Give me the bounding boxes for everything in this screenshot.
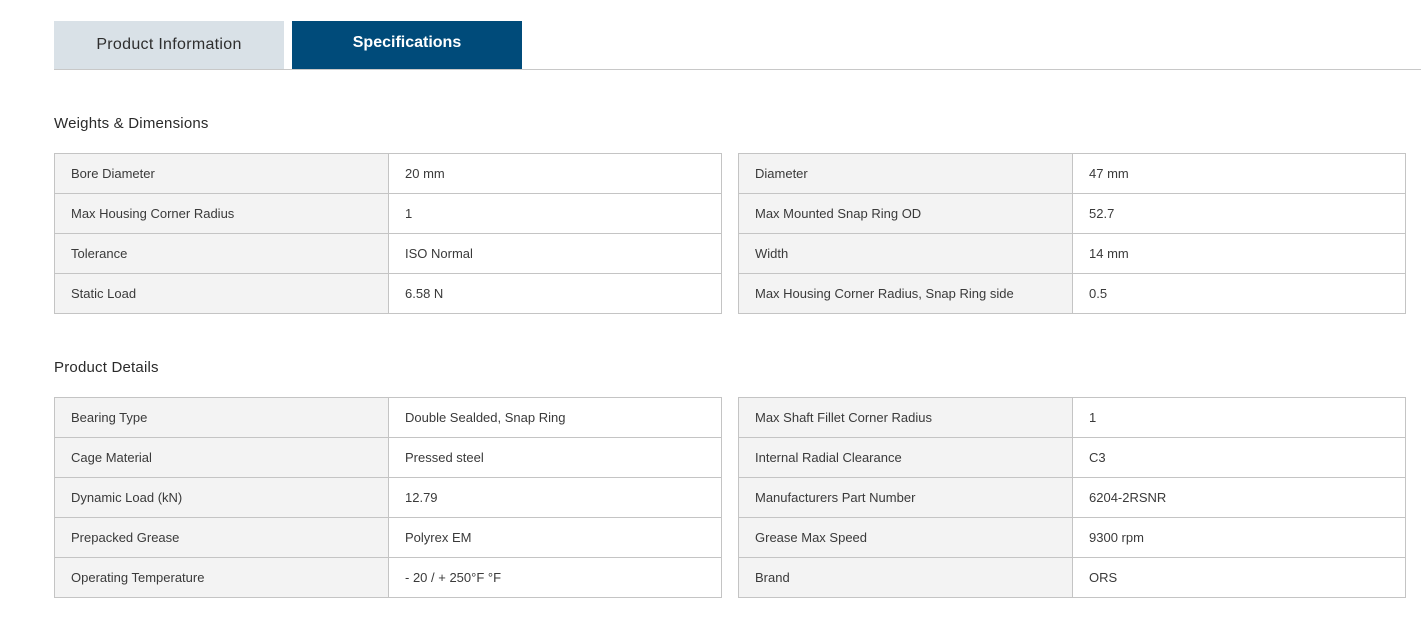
spec-label: Brand xyxy=(738,557,1073,598)
spec-label: Bore Diameter xyxy=(54,153,389,194)
spec-value: 6.58 N xyxy=(388,273,722,314)
spec-value: 6204-2RSNR xyxy=(1072,477,1406,518)
table-row: Prepacked Grease Polyrex EM xyxy=(54,517,722,558)
table-row: Static Load 6.58 N xyxy=(54,273,722,314)
table-row: Max Housing Corner Radius 1 xyxy=(54,193,722,234)
spec-value: 14 mm xyxy=(1072,233,1406,274)
table-row: Tolerance ISO Normal xyxy=(54,233,722,274)
spec-label: Max Housing Corner Radius, Snap Ring sid… xyxy=(738,273,1073,314)
spec-label: Prepacked Grease xyxy=(54,517,389,558)
table-row: Bearing Type Double Sealded, Snap Ring xyxy=(54,397,722,438)
product-details-table-left: Bearing Type Double Sealded, Snap Ring C… xyxy=(54,397,722,598)
tab-specifications[interactable]: Specifications xyxy=(292,21,522,69)
spec-value: 20 mm xyxy=(388,153,722,194)
section-title-product-details: Product Details xyxy=(54,359,159,376)
table-row: Max Mounted Snap Ring OD 52.7 xyxy=(738,193,1406,234)
product-details-table-right: Max Shaft Fillet Corner Radius 1 Interna… xyxy=(738,397,1406,598)
spec-value: 0.5 xyxy=(1072,273,1406,314)
spec-value: Polyrex EM xyxy=(388,517,722,558)
tab-product-information[interactable]: Product Information xyxy=(54,21,284,69)
spec-value: 52.7 xyxy=(1072,193,1406,234)
table-row: Operating Temperature - 20 / + 250°F °F xyxy=(54,557,722,598)
spec-value: 47 mm xyxy=(1072,153,1406,194)
spec-value: 1 xyxy=(1072,397,1406,438)
spec-label: Width xyxy=(738,233,1073,274)
spec-value: 9300 rpm xyxy=(1072,517,1406,558)
spec-value: C3 xyxy=(1072,437,1406,478)
spec-label: Grease Max Speed xyxy=(738,517,1073,558)
spec-label: Diameter xyxy=(738,153,1073,194)
spec-value: Double Sealded, Snap Ring xyxy=(388,397,722,438)
spec-label: Operating Temperature xyxy=(54,557,389,598)
spec-value: - 20 / + 250°F °F xyxy=(388,557,722,598)
spec-value: ISO Normal xyxy=(388,233,722,274)
table-row: Internal Radial Clearance C3 xyxy=(738,437,1406,478)
spec-value: Pressed steel xyxy=(388,437,722,478)
spec-label: Max Mounted Snap Ring OD xyxy=(738,193,1073,234)
table-row: Max Shaft Fillet Corner Radius 1 xyxy=(738,397,1406,438)
table-row: Grease Max Speed 9300 rpm xyxy=(738,517,1406,558)
tab-bar: Product Information Specifications xyxy=(54,21,1421,70)
spec-label: Bearing Type xyxy=(54,397,389,438)
spec-label: Static Load xyxy=(54,273,389,314)
table-row: Width 14 mm xyxy=(738,233,1406,274)
spec-label: Max Housing Corner Radius xyxy=(54,193,389,234)
weights-dimensions-table-right: Diameter 47 mm Max Mounted Snap Ring OD … xyxy=(738,153,1406,314)
table-row: Cage Material Pressed steel xyxy=(54,437,722,478)
spec-label: Internal Radial Clearance xyxy=(738,437,1073,478)
spec-label: Cage Material xyxy=(54,437,389,478)
spec-value: 1 xyxy=(388,193,722,234)
weights-dimensions-table-left: Bore Diameter 20 mm Max Housing Corner R… xyxy=(54,153,722,314)
table-row: Brand ORS xyxy=(738,557,1406,598)
spec-label: Dynamic Load (kN) xyxy=(54,477,389,518)
table-row: Max Housing Corner Radius, Snap Ring sid… xyxy=(738,273,1406,314)
table-row: Manufacturers Part Number 6204-2RSNR xyxy=(738,477,1406,518)
table-row: Bore Diameter 20 mm xyxy=(54,153,722,194)
spec-label: Tolerance xyxy=(54,233,389,274)
spec-value: 12.79 xyxy=(388,477,722,518)
section-title-weights-dimensions: Weights & Dimensions xyxy=(54,115,209,132)
table-row: Diameter 47 mm xyxy=(738,153,1406,194)
table-row: Dynamic Load (kN) 12.79 xyxy=(54,477,722,518)
spec-label: Manufacturers Part Number xyxy=(738,477,1073,518)
spec-value: ORS xyxy=(1072,557,1406,598)
spec-label: Max Shaft Fillet Corner Radius xyxy=(738,397,1073,438)
